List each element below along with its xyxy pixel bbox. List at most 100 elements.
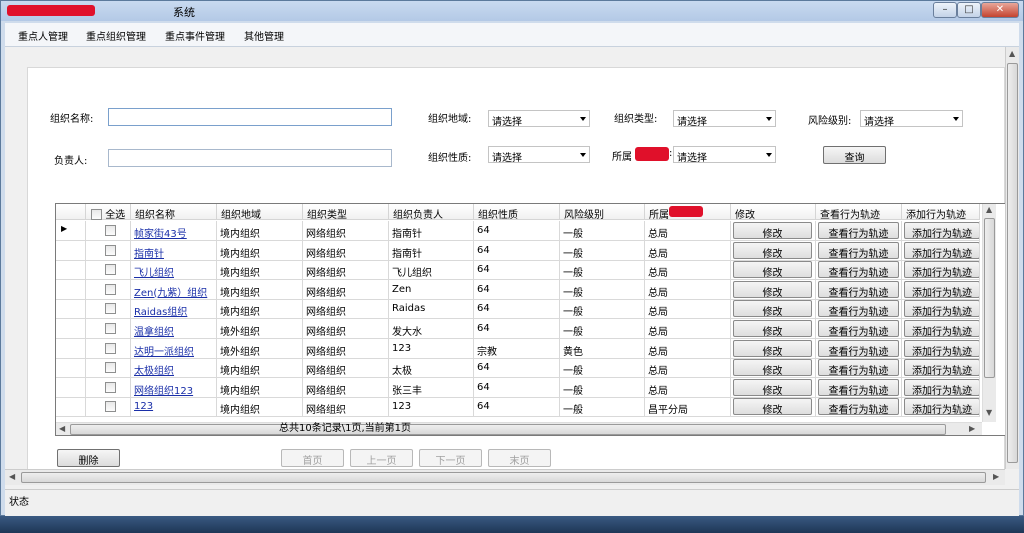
edit-button[interactable]: 修改 [733, 339, 812, 357]
scroll-right-icon[interactable]: ▶ [969, 424, 975, 433]
select-all-checkbox[interactable] [91, 209, 102, 220]
close-button[interactable]: ✕ [981, 2, 1019, 18]
delete-button[interactable]: 删除 [57, 449, 120, 467]
row-header[interactable] [56, 260, 86, 281]
menu-events[interactable]: 重点事件管理 [165, 28, 225, 43]
cell-name-text[interactable]: 123 [134, 401, 153, 412]
cell-name[interactable]: 指南针 [131, 240, 217, 261]
grid-horizontal-scrollbar[interactable]: ◀ ▶ [56, 422, 982, 435]
add-track-button[interactable]: 添加行为轨迹 [904, 359, 979, 377]
cell-name-text[interactable]: 飞儿组织 [134, 268, 174, 279]
row-header[interactable] [56, 279, 86, 300]
view-track-button[interactable]: 查看行为轨迹 [818, 339, 899, 357]
col-type[interactable]: 组织类型 [303, 204, 389, 221]
view-track-button[interactable]: 查看行为轨迹 [818, 222, 899, 239]
edit-button[interactable]: 修改 [733, 261, 812, 279]
row-checkbox[interactable] [105, 342, 116, 354]
add-track-button[interactable]: 添加行为轨迹 [904, 261, 979, 279]
add-track-button[interactable]: 添加行为轨迹 [904, 339, 979, 357]
row-checkbox[interactable] [105, 303, 116, 315]
row-checkbox[interactable] [105, 362, 116, 374]
menu-other[interactable]: 其他管理 [244, 28, 284, 43]
prev-page-button[interactable]: 上一页 [350, 449, 413, 467]
cell-name[interactable]: 网络组织123 [131, 377, 217, 398]
cell-name-text[interactable]: Zen(九紫）组织 [134, 288, 207, 299]
col-view-track[interactable]: 查看行为轨迹 [816, 204, 902, 221]
window-horizontal-scroll-thumb[interactable] [21, 472, 986, 483]
edit-button[interactable]: 修改 [733, 359, 812, 377]
row-header[interactable] [56, 358, 86, 379]
row-header[interactable] [56, 397, 86, 418]
grid-vertical-scroll-thumb[interactable] [984, 218, 995, 378]
window-horizontal-scrollbar[interactable]: ◀ ▶ [5, 469, 1005, 485]
window-vertical-scroll-thumb[interactable] [1007, 63, 1018, 463]
row-header[interactable] [56, 319, 86, 339]
cell-name-text[interactable]: 太极组织 [134, 366, 174, 377]
scroll-up-icon[interactable]: ▲ [986, 205, 992, 214]
add-track-button[interactable]: 添加行为轨迹 [904, 378, 979, 396]
edit-button[interactable]: 修改 [733, 241, 812, 259]
edit-button[interactable]: 修改 [733, 398, 812, 416]
row-checkbox[interactable] [105, 244, 116, 256]
risk-select[interactable]: 请选择 [860, 110, 963, 128]
edit-button[interactable]: 修改 [733, 300, 812, 318]
cell-name[interactable]: 123 [131, 397, 217, 418]
cell-name-text[interactable]: 达明一派组织 [134, 347, 194, 358]
table-row[interactable]: 太极组织 境内组织 网络组织 太极 64 一般 总局 修改 查看行为轨迹 添加行为轨迹 [56, 358, 980, 379]
table-row[interactable]: Raidas组织 境内组织 网络组织 Raidas 64 一般 总局 修改 查看行为轨迹 添加行为… [56, 299, 980, 320]
cell-name[interactable]: 帧家街43号 [131, 221, 217, 241]
row-header[interactable]: ▶ [56, 221, 86, 241]
menu-persons[interactable]: 重点人管理 [18, 28, 68, 43]
view-track-button[interactable]: 查看行为轨迹 [818, 280, 899, 298]
cell-name[interactable]: 太极组织 [131, 358, 217, 379]
view-track-button[interactable]: 查看行为轨迹 [818, 241, 899, 259]
scroll-right-icon[interactable]: ▶ [993, 472, 999, 481]
window-vertical-scrollbar[interactable]: ▲ [1005, 47, 1019, 469]
col-edit[interactable]: 修改 [731, 204, 816, 221]
col-nature[interactable]: 组织性质 [474, 204, 560, 221]
cell-name-text[interactable]: 指南针 [134, 249, 164, 260]
table-row[interactable]: 123 境内组织 网络组织 123 64 一般 昌平分局 修改 查看行为轨迹 添加行为轨迹 [56, 397, 980, 418]
add-track-button[interactable]: 添加行为轨迹 [904, 222, 979, 239]
type-select[interactable]: 请选择 [673, 110, 776, 128]
cell-name-text[interactable]: 网络组织123 [134, 386, 193, 397]
last-page-button[interactable]: 末页 [488, 449, 551, 467]
grid-vertical-scrollbar[interactable]: ▲ ▼ [982, 204, 996, 422]
menu-organizations[interactable]: 重点组织管理 [86, 28, 146, 43]
table-row[interactable]: 指南针 境内组织 网络组织 指南针 64 一般 总局 修改 查看行为轨迹 添加行为轨迹 [56, 240, 980, 261]
view-track-button[interactable]: 查看行为轨迹 [818, 320, 899, 337]
query-button[interactable]: 查询 [823, 146, 886, 164]
table-row[interactable]: Zen(九紫）组织 境内组织 网络组织 Zen 64 一般 总局 修改 查看行为轨迹 添加行为轨迹 [56, 279, 980, 300]
cell-name[interactable]: 达明一派组织 [131, 338, 217, 359]
row-header[interactable] [56, 338, 86, 359]
edit-button[interactable]: 修改 [733, 378, 812, 396]
row-checkbox[interactable] [105, 401, 116, 413]
row-header[interactable] [56, 377, 86, 398]
minimize-button[interactable]: – [933, 2, 957, 18]
cell-name[interactable]: Raidas组织 [131, 299, 217, 320]
table-row[interactable]: 温拿组织 境外组织 网络组织 发大水 64 一般 总局 修改 查看行为轨迹 添加行为轨迹 [56, 319, 980, 339]
cell-name[interactable]: 飞儿组织 [131, 260, 217, 281]
next-page-button[interactable]: 下一页 [419, 449, 482, 467]
first-page-button[interactable]: 首页 [281, 449, 344, 467]
col-owner[interactable]: 组织负责人 [389, 204, 474, 221]
maximize-button[interactable]: □ [957, 2, 981, 18]
view-track-button[interactable]: 查看行为轨迹 [818, 378, 899, 396]
col-add-track[interactable]: 添加行为轨迹 [902, 204, 980, 221]
row-header[interactable] [56, 299, 86, 320]
cell-name-text[interactable]: 帧家街43号 [134, 229, 187, 240]
row-checkbox[interactable] [105, 381, 116, 393]
cell-name[interactable]: Zen(九紫）组织 [131, 279, 217, 300]
nature-select[interactable]: 请选择 [488, 146, 590, 164]
col-belong[interactable]: 所属 [645, 204, 731, 221]
row-checkbox[interactable] [105, 323, 116, 334]
table-row[interactable]: 网络组织123 境内组织 网络组织 张三丰 64 一般 总局 修改 查看行为轨迹 添加行为轨迹 [56, 377, 980, 398]
owner-input[interactable] [108, 149, 392, 167]
row-checkbox[interactable] [105, 264, 116, 276]
row-checkbox[interactable] [105, 283, 116, 295]
grid-horizontal-scroll-thumb[interactable] [70, 424, 946, 435]
scroll-up-icon[interactable]: ▲ [1009, 49, 1015, 58]
add-track-button[interactable]: 添加行为轨迹 [904, 241, 979, 259]
region-select[interactable]: 请选择 [488, 110, 590, 128]
belong-select[interactable]: 请选择 [673, 146, 776, 164]
